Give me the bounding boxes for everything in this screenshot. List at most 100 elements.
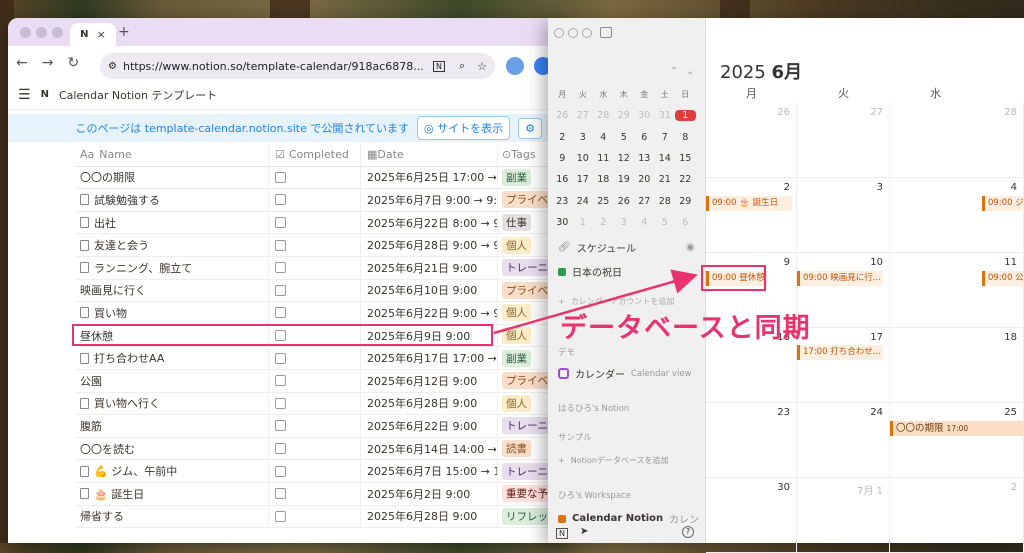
row-date[interactable]: 2025年6月17日 17:00 → 18:0 (360, 347, 497, 369)
window-minimize-button[interactable] (568, 28, 578, 38)
mini-day[interactable]: 29 (675, 196, 696, 207)
row-name[interactable]: 💪 ジム、午前中 (76, 463, 268, 479)
settings-icon[interactable]: ⚙ (518, 117, 542, 139)
view-site-button[interactable]: ◎ サイトを表示 (417, 116, 511, 140)
row-completed[interactable] (268, 460, 360, 482)
forward-icon[interactable]: → (42, 55, 54, 71)
row-name[interactable]: 出社 (76, 215, 268, 231)
table-row[interactable]: 買い物へ行く 2025年6月28日 9:00 個人 (76, 392, 568, 416)
back-icon[interactable]: ← (16, 55, 28, 71)
sidebar-item-holiday[interactable]: 日本の祝日 (558, 264, 622, 279)
day-cell[interactable]: 26 (706, 103, 797, 178)
completed-checkbox[interactable] (275, 443, 286, 455)
row-completed[interactable] (268, 415, 360, 437)
mini-day[interactable]: 2 (552, 132, 573, 143)
table-row[interactable]: 💪 ジム、午前中 2025年6月7日 15:00 → 18:00 トレーニン (76, 460, 568, 483)
send-icon[interactable]: ➤ (580, 526, 588, 537)
row-name[interactable]: 買い物へ行く (76, 395, 268, 411)
table-row[interactable]: 帰省する 2025年6月28日 9:00 リフレッシ (76, 505, 568, 529)
mini-day[interactable]: 16 (552, 174, 573, 185)
mini-day[interactable]: 26 (552, 110, 573, 121)
table-row[interactable]: 映画見に行く 2025年6月10日 9:00 プライベー (76, 279, 568, 303)
table-row[interactable]: 公園 2025年6月12日 9:00 プライベー (76, 369, 568, 393)
extension-icon[interactable] (506, 57, 524, 75)
mini-day[interactable]: 31 (655, 110, 676, 121)
notion-app-icon[interactable]: N (432, 60, 445, 72)
mini-day[interactable]: 23 (552, 196, 573, 207)
table-row[interactable]: 打ち合わせAA 2025年6月17日 17:00 → 18:0 副業 (76, 347, 568, 370)
event-gym[interactable]: 09:00 ジム (982, 196, 1024, 211)
page-title[interactable]: Calendar Notion テンプレート (59, 87, 217, 103)
mini-day[interactable]: 28 (593, 110, 614, 121)
completed-checkbox[interactable] (275, 194, 286, 206)
mini-day[interactable]: 11 (593, 153, 614, 164)
completed-checkbox[interactable] (275, 420, 286, 432)
row-date[interactable]: 2025年6月12日 9:00 (360, 369, 497, 392)
row-date[interactable]: 2025年6月22日 9:00 (360, 415, 497, 437)
mini-day[interactable]: 13 (634, 153, 655, 164)
mini-day[interactable]: 27 (573, 110, 594, 121)
day-cell[interactable]: 24 (797, 403, 890, 478)
url-bar[interactable]: ⚙ https://www.notion.so/template-calenda… (100, 53, 495, 79)
next-month-icon[interactable]: ⌄ (686, 66, 694, 77)
mini-day[interactable]: 29 (614, 110, 635, 121)
row-completed[interactable] (268, 302, 360, 324)
mini-day[interactable]: 14 (655, 153, 676, 164)
row-name[interactable]: 〇〇を読む (76, 441, 268, 457)
header-date[interactable]: ▦ Date (360, 144, 497, 166)
day-cell[interactable]: 7月 1 (797, 478, 890, 553)
event-movie[interactable]: 09:00 映画見に行... (797, 271, 883, 286)
completed-checkbox[interactable] (275, 397, 286, 409)
completed-checkbox[interactable] (275, 239, 286, 251)
completed-checkbox[interactable] (275, 217, 286, 229)
mini-day[interactable]: 17 (573, 174, 594, 185)
mini-day[interactable]: 18 (593, 174, 614, 185)
row-date[interactable]: 2025年6月22日 9:00 → 9:00 (360, 302, 497, 324)
event-deadline[interactable]: 〇〇の期限 17:00 (890, 421, 1024, 436)
row-name[interactable]: 〇〇の期限 (76, 169, 268, 185)
event-park[interactable]: 09:00 公園 (982, 271, 1024, 286)
mini-day[interactable]: 25 (593, 196, 614, 207)
sidebar-item-calendar[interactable]: カレンダー Calendar view (558, 366, 692, 381)
window-minimize-button[interactable] (36, 27, 47, 38)
site-settings-icon[interactable]: ⚙ (108, 61, 117, 72)
window-zoom-button[interactable] (582, 28, 592, 38)
notion-logo-icon[interactable]: N (556, 528, 568, 539)
mini-day[interactable]: 15 (675, 153, 696, 164)
row-name[interactable]: 映画見に行く (76, 282, 268, 298)
mini-day[interactable]: 4 (593, 132, 614, 143)
row-completed[interactable] (268, 166, 360, 189)
day-cell[interactable]: 11 (890, 253, 1024, 328)
row-name[interactable]: ランニング、腕立て (76, 260, 268, 276)
mini-day[interactable]: 7 (655, 132, 676, 143)
day-cell[interactable]: 2 (890, 478, 1024, 553)
row-name[interactable]: 腹筋 (76, 418, 268, 434)
browser-tab[interactable]: N × (70, 23, 116, 46)
mini-day[interactable]: 12 (614, 153, 635, 164)
mini-day[interactable]: 19 (614, 174, 635, 185)
day-cell[interactable]: 25 (890, 403, 1024, 478)
row-completed[interactable] (268, 437, 360, 460)
completed-checkbox[interactable] (275, 284, 286, 296)
day-cell[interactable]: 30 (706, 478, 797, 553)
row-completed[interactable] (268, 482, 360, 505)
mini-day[interactable]: 27 (634, 196, 655, 207)
row-date[interactable]: 2025年6月7日 15:00 → 18:00 (360, 460, 497, 482)
mini-day[interactable]: 24 (573, 196, 594, 207)
mini-day[interactable]: 1 (573, 217, 594, 228)
day-cell[interactable]: 23 (706, 403, 797, 478)
window-close-button[interactable] (20, 27, 31, 38)
mini-day[interactable]: 21 (655, 174, 676, 185)
mini-day[interactable]: 1 (675, 110, 696, 122)
completed-checkbox[interactable] (275, 171, 286, 183)
mini-day[interactable]: 22 (675, 174, 696, 185)
menu-icon[interactable]: ☰ (18, 87, 31, 103)
bookmark-star-icon[interactable]: ☆ (477, 60, 487, 73)
mini-day[interactable]: 6 (675, 217, 696, 228)
prev-month-icon[interactable]: ⌃ (670, 66, 678, 77)
row-completed[interactable] (268, 189, 360, 211)
new-tab-button[interactable]: + (118, 24, 130, 40)
table-row[interactable]: 〇〇の期限 2025年6月25日 17:00 → 202 副業 (76, 166, 568, 190)
add-database-button[interactable]: + Notionデータベースを追加 (558, 455, 669, 466)
row-date[interactable]: 2025年6月28日 9:00 → 9:00 (360, 234, 497, 256)
